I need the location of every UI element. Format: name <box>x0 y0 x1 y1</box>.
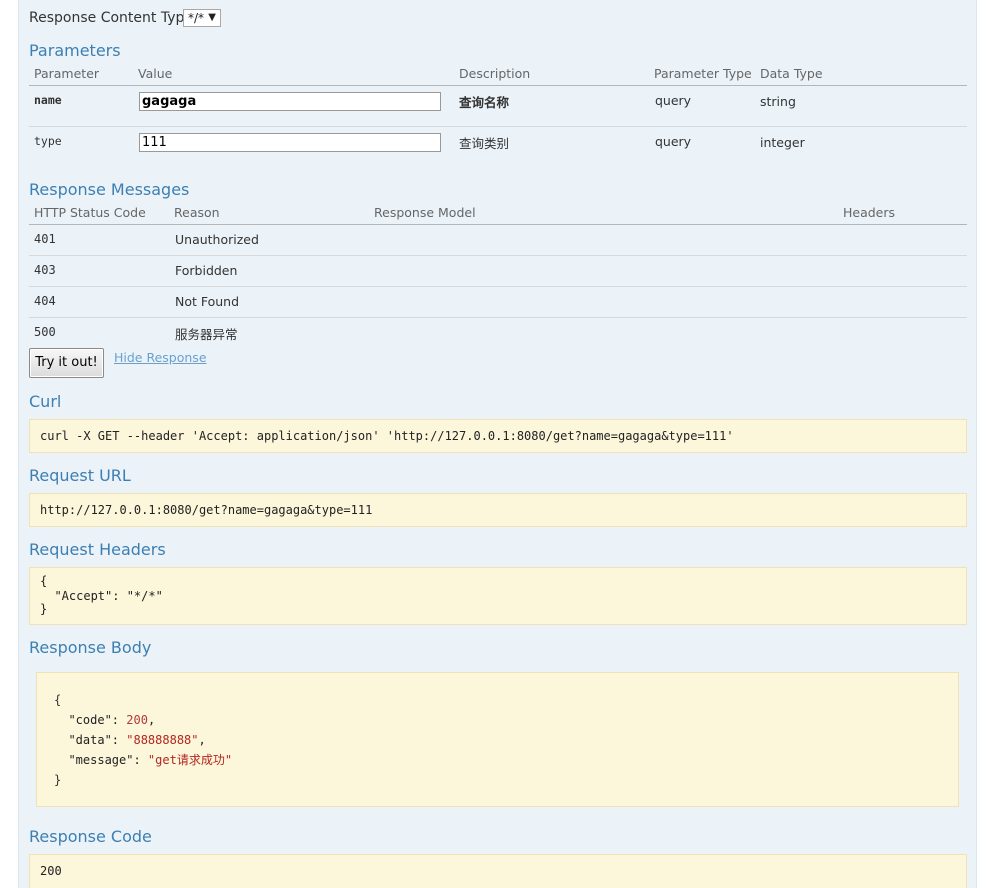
param-name-name: name <box>34 93 62 107</box>
hide-response-link[interactable]: Hide Response <box>114 350 207 365</box>
response-code-block: 200 <box>29 854 967 888</box>
resp-col-headers: Headers <box>843 205 896 220</box>
response-body-code-line: "code": 200, <box>54 710 155 730</box>
response-body-data-line: "data": "88888888", <box>54 730 206 750</box>
param-description-type: 查询类别 <box>459 136 510 151</box>
response-messages-heading: Response Messages <box>29 180 190 199</box>
curl-block: curl -X GET --header 'Accept: applicatio… <box>29 419 967 453</box>
param-col-value: Value <box>138 66 173 81</box>
response-content-type-select[interactable]: */* ▼ <box>183 9 221 27</box>
resp-row-divider <box>29 255 967 256</box>
response-body-message-line: "message": "get请求成功" <box>54 750 232 770</box>
json-value-message: "get请求成功" <box>147 753 233 767</box>
resp-row-divider <box>29 286 967 287</box>
request-headers-block: { "Accept": "*/*" } <box>29 567 967 625</box>
curl-heading: Curl <box>29 392 62 411</box>
param-datatype-type: integer <box>760 135 805 150</box>
request-headers-heading: Request Headers <box>29 540 166 559</box>
json-comma: , <box>147 713 156 727</box>
json-key-message: "message": <box>54 753 148 767</box>
json-key-code: "code": <box>54 713 127 727</box>
selected-content-type: */* <box>188 11 205 25</box>
resp-col-response-model: Response Model <box>374 205 476 220</box>
param-col-data-type: Data Type <box>760 66 823 81</box>
reason-403: Forbidden <box>175 263 238 278</box>
json-comma: , <box>198 733 206 747</box>
reason-500: 服务器异常 <box>175 327 238 342</box>
response-body-open: { <box>54 693 62 707</box>
reason-401: Unauthorized <box>175 232 259 247</box>
param-col-parameter: Parameter <box>34 66 100 81</box>
param-col-parameter-type: Parameter Type <box>654 66 752 81</box>
response-code-heading: Response Code <box>29 827 152 846</box>
param-datatype-name: string <box>760 94 796 109</box>
resp-row-divider <box>29 317 967 318</box>
request-url-value: http://127.0.0.1:8080/get?name=gagaga&ty… <box>40 503 373 517</box>
try-it-out-button[interactable]: Try it out! <box>29 348 104 378</box>
resp-header-divider <box>29 224 967 225</box>
request-url-heading: Request URL <box>29 466 131 485</box>
param-col-description: Description <box>459 66 531 81</box>
parameters-heading: Parameters <box>29 41 121 60</box>
resp-col-status-code: HTTP Status Code <box>34 205 146 220</box>
response-code-value: 200 <box>40 864 62 878</box>
request-headers-accept: "Accept": "*/*" <box>40 589 163 603</box>
curl-command: curl -X GET --header 'Accept: applicatio… <box>40 429 734 443</box>
request-headers-open: { <box>40 574 48 588</box>
param-value-name-input[interactable]: gagaga <box>139 92 441 111</box>
status-code-500: 500 <box>34 325 56 339</box>
status-code-401: 401 <box>34 232 56 246</box>
response-content-type-label: Response Content Type <box>29 10 193 26</box>
param-value-type-input[interactable]: 111 <box>139 133 441 152</box>
json-value-data: "88888888" <box>126 733 199 747</box>
param-description-name: 查询名称 <box>459 95 510 110</box>
request-url-block: http://127.0.0.1:8080/get?name=gagaga&ty… <box>29 493 967 527</box>
response-body-heading: Response Body <box>29 638 152 657</box>
json-value-code: 200 <box>126 713 148 727</box>
resp-col-reason: Reason <box>174 205 220 220</box>
param-header-divider <box>29 85 967 86</box>
param-type-name: query <box>655 93 692 108</box>
status-code-404: 404 <box>34 294 56 308</box>
param-name-type: type <box>34 134 62 148</box>
param-row-divider <box>29 126 967 127</box>
reason-404: Not Found <box>175 294 240 309</box>
request-headers-close: } <box>40 602 48 616</box>
dropdown-arrow-icon: ▼ <box>208 12 216 23</box>
status-code-403: 403 <box>34 263 56 277</box>
response-body-close: } <box>54 773 62 787</box>
param-type-type: query <box>655 134 692 149</box>
json-key-data: "data": <box>54 733 127 747</box>
